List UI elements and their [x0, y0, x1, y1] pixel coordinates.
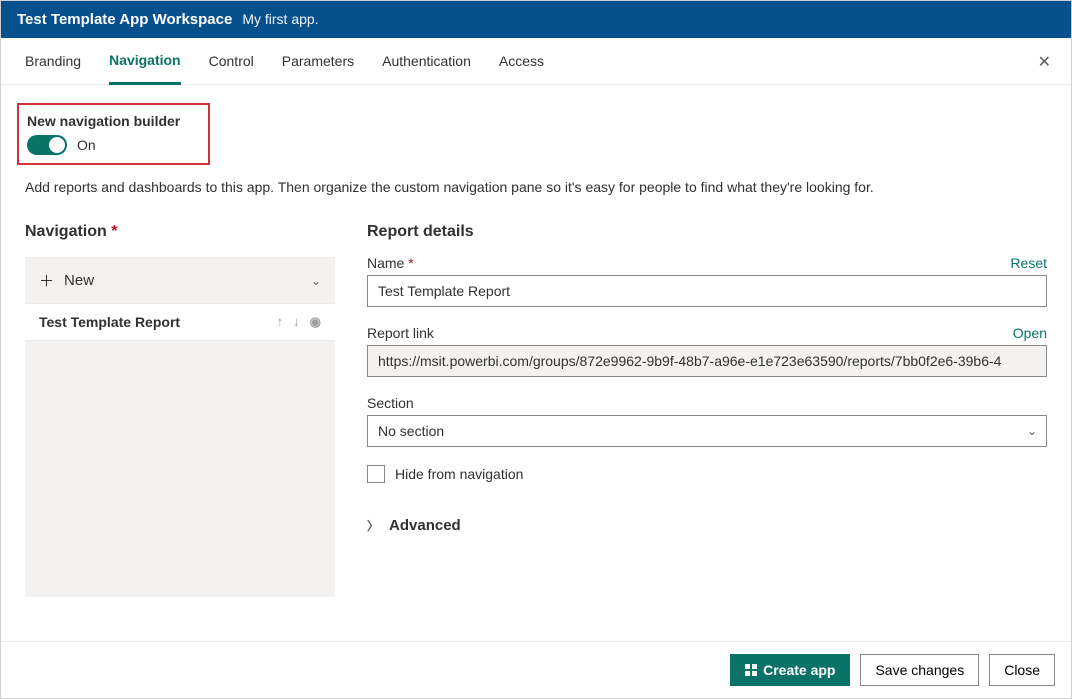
move-down-icon[interactable]: ↓: [293, 314, 300, 330]
reset-link[interactable]: Reset: [1010, 255, 1047, 271]
nav-builder-toggle-row: On: [27, 135, 180, 155]
new-item-row[interactable]: ＋ New ⌄: [25, 258, 335, 303]
link-label: Report link: [367, 325, 434, 341]
hide-checkbox-row: Hide from navigation: [367, 465, 1047, 483]
details-title: Report details: [367, 223, 1047, 241]
advanced-toggle[interactable]: 〉 Advanced: [367, 517, 1047, 534]
move-up-icon[interactable]: ↑: [277, 314, 284, 330]
app-grid-icon: [745, 664, 757, 676]
hide-checkbox[interactable]: [367, 465, 385, 483]
workspace-name: Test Template App Workspace: [17, 11, 232, 28]
tab-branding[interactable]: Branding: [25, 39, 81, 83]
tab-control[interactable]: Control: [209, 39, 254, 83]
title-bar: Test Template App Workspace My first app…: [1, 1, 1071, 38]
nav-builder-toggle-label: On: [77, 137, 96, 153]
name-label: Name: [367, 255, 404, 271]
navigation-title-text: Navigation: [25, 223, 107, 240]
link-field-block: Report link Open: [367, 325, 1047, 377]
section-field-block: Section ⌄: [367, 395, 1047, 447]
tab-access[interactable]: Access: [499, 39, 544, 83]
footer: Create app Save changes Close: [1, 641, 1071, 698]
section-label: Section: [367, 395, 414, 411]
new-label: New: [64, 272, 94, 289]
content-area: New navigation builder On Add reports an…: [1, 85, 1071, 641]
plus-icon: ＋: [39, 270, 54, 291]
workspace-subtitle: My first app.: [242, 11, 318, 27]
chevron-down-icon: ⌄: [311, 274, 321, 288]
nav-item[interactable]: Test Template Report ↑ ↓ ◉: [25, 303, 335, 341]
details-panel: Report details Name * Reset Report link …: [367, 223, 1047, 534]
advanced-label: Advanced: [389, 517, 461, 534]
create-app-button[interactable]: Create app: [730, 654, 850, 686]
nav-builder-title: New navigation builder: [27, 113, 180, 129]
close-button[interactable]: Close: [989, 654, 1055, 686]
tab-strip: Branding Navigation Control Parameters A…: [1, 38, 1071, 85]
nav-builder-toggle[interactable]: [27, 135, 67, 155]
navigation-list: ＋ New ⌄ Test Template Report ↑ ↓ ◉: [25, 257, 335, 597]
visibility-icon[interactable]: ◉: [310, 314, 321, 330]
tab-parameters[interactable]: Parameters: [282, 39, 354, 83]
chevron-right-icon: 〉: [367, 517, 379, 534]
navigation-title: Navigation *: [25, 223, 335, 241]
close-icon[interactable]: ✕: [1038, 52, 1051, 72]
hide-label: Hide from navigation: [395, 466, 523, 482]
section-select[interactable]: [367, 415, 1047, 447]
create-app-label: Create app: [763, 662, 835, 678]
save-changes-button[interactable]: Save changes: [860, 654, 979, 686]
required-asterisk: *: [111, 223, 117, 240]
tab-authentication[interactable]: Authentication: [382, 39, 471, 83]
navigation-panel: Navigation * ＋ New ⌄ Test Template Repor…: [25, 223, 335, 597]
highlight-box: New navigation builder On: [17, 103, 210, 165]
panels: Navigation * ＋ New ⌄ Test Template Repor…: [25, 223, 1047, 597]
helper-text: Add reports and dashboards to this app. …: [25, 179, 1047, 195]
tab-navigation[interactable]: Navigation: [109, 38, 181, 85]
report-link-input[interactable]: [367, 345, 1047, 377]
open-link[interactable]: Open: [1013, 325, 1047, 341]
name-input[interactable]: [367, 275, 1047, 307]
nav-item-name: Test Template Report: [39, 314, 180, 330]
name-field-block: Name * Reset: [367, 255, 1047, 307]
required-asterisk: *: [408, 255, 413, 271]
